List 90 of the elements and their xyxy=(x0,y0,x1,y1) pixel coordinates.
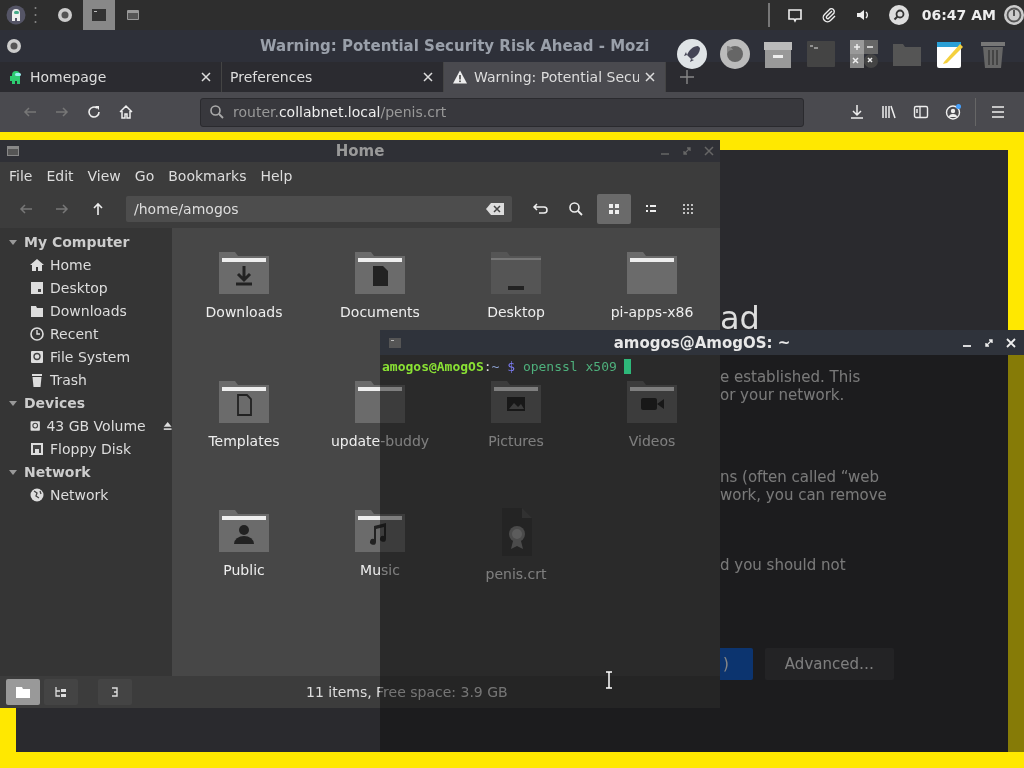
section-heading: Devices xyxy=(24,394,86,411)
account-icon[interactable] xyxy=(945,104,961,120)
grid-icon xyxy=(608,203,620,215)
section-heading: Network xyxy=(24,463,91,480)
file-name: Templates xyxy=(208,433,280,449)
mouse-cursor-icon xyxy=(605,671,613,689)
window-title: Warning: Potential Security Risk Ahead - Mozi xyxy=(260,37,650,55)
globe-icon xyxy=(57,7,73,23)
file-name: penis.crt xyxy=(485,566,547,582)
sidebar-item[interactable]: Network xyxy=(50,486,109,503)
rocket-icon[interactable] xyxy=(676,38,708,70)
sidebar-item[interactable]: Downloads xyxy=(50,302,127,319)
terminal-button[interactable] xyxy=(98,679,132,705)
power-icon[interactable] xyxy=(1004,5,1024,25)
browser-tab[interactable]: Warning: Potential Secu xyxy=(444,62,666,92)
menu-item[interactable]: Help xyxy=(253,168,300,184)
home-icon[interactable] xyxy=(118,104,134,120)
menu-icon[interactable] xyxy=(6,5,26,25)
sidebar-item[interactable]: Desktop xyxy=(50,279,108,296)
globe-icon[interactable] xyxy=(719,38,751,70)
download-icon[interactable] xyxy=(849,104,865,120)
tree-button[interactable] xyxy=(44,679,78,705)
address-field[interactable]: router.collabnet.local/penis.crt xyxy=(200,97,804,127)
terminal-line: amogos@AmogOS:~ $ openssl x509 xyxy=(382,359,617,374)
text-cursor xyxy=(623,359,631,374)
sidebar-item[interactable]: Floppy Disk xyxy=(50,440,132,457)
desktop-icon xyxy=(29,279,45,296)
sidebar-item[interactable]: Home xyxy=(50,256,92,273)
terminal-icon xyxy=(388,335,402,350)
toggle-location-icon[interactable] xyxy=(532,201,548,217)
new-tab-icon[interactable] xyxy=(680,70,694,84)
file-name: Public xyxy=(223,562,265,578)
sidebar-item[interactable]: File System xyxy=(50,348,131,365)
file-name: pi-apps-x86 xyxy=(610,304,694,320)
window-title: Home xyxy=(334,142,386,160)
file-name: Music xyxy=(360,562,400,578)
icon-view-button[interactable] xyxy=(597,194,631,224)
reload-icon[interactable] xyxy=(86,104,102,120)
drive-icon xyxy=(29,348,45,365)
file-name: Downloads xyxy=(205,304,283,320)
menu-item[interactable]: Edit xyxy=(39,168,81,184)
window-icon xyxy=(125,7,141,23)
sidebar-item[interactable]: 43 GB Volume xyxy=(46,417,146,434)
list-icon xyxy=(645,203,657,215)
sidebar-icon[interactable] xyxy=(913,104,929,120)
display-icon[interactable] xyxy=(786,7,803,23)
library-icon[interactable] xyxy=(881,104,897,120)
menu-item[interactable]: Bookmarks xyxy=(161,168,254,184)
trash-icon xyxy=(29,371,45,388)
eject-icon[interactable] xyxy=(162,419,172,432)
folder-icon xyxy=(15,684,31,700)
page-paragraph: ns (often called “web work, you can remove xyxy=(720,468,887,504)
window-icon xyxy=(6,144,20,158)
sidebar-item[interactable]: Recent xyxy=(50,325,99,342)
clock[interactable]: 06:47 AM xyxy=(921,7,996,23)
menu-item[interactable]: Go xyxy=(127,168,162,184)
file-name: Documents xyxy=(340,304,420,320)
globe-icon xyxy=(6,38,22,54)
section-heading: My Computer xyxy=(24,233,130,250)
calculator-icon[interactable] xyxy=(848,38,880,70)
menu-item[interactable]: File xyxy=(2,168,40,184)
file-name: update-buddy xyxy=(330,433,430,449)
tree-icon xyxy=(53,684,69,700)
search-icon xyxy=(209,104,225,120)
file-name: Videos xyxy=(628,433,676,449)
file-name: Desktop xyxy=(487,304,545,320)
search-icon[interactable] xyxy=(568,201,584,217)
globe-icon xyxy=(29,486,45,503)
menu-item[interactable]: View xyxy=(80,168,128,184)
home-icon xyxy=(29,256,45,273)
menu-icon[interactable] xyxy=(990,104,1006,120)
file-name: Pictures xyxy=(488,433,544,449)
terminal-launcher[interactable] xyxy=(83,0,115,30)
volume-icon[interactable] xyxy=(854,7,871,23)
warning-icon xyxy=(452,69,468,85)
drag-handle-icon[interactable] xyxy=(34,5,37,25)
page-paragraph: d you should not xyxy=(720,556,846,574)
page-paragraph: e established. This or your network. xyxy=(720,368,861,404)
advanced-button[interactable]: Advanced… xyxy=(764,648,894,680)
floppy-icon xyxy=(29,440,45,457)
clear-icon[interactable] xyxy=(486,203,504,215)
dots-grid-icon xyxy=(682,203,694,215)
paperclip-icon[interactable] xyxy=(820,7,837,23)
terminal-icon xyxy=(91,7,107,23)
figure-icon xyxy=(8,69,24,85)
sidebar-item[interactable]: Trash xyxy=(50,371,87,388)
clock-icon xyxy=(29,325,45,342)
path-field[interactable]: /home/amogos xyxy=(126,196,512,222)
status-text: 11 items, Free space: 3.9 GB xyxy=(306,684,508,700)
search-icon[interactable] xyxy=(888,5,909,25)
